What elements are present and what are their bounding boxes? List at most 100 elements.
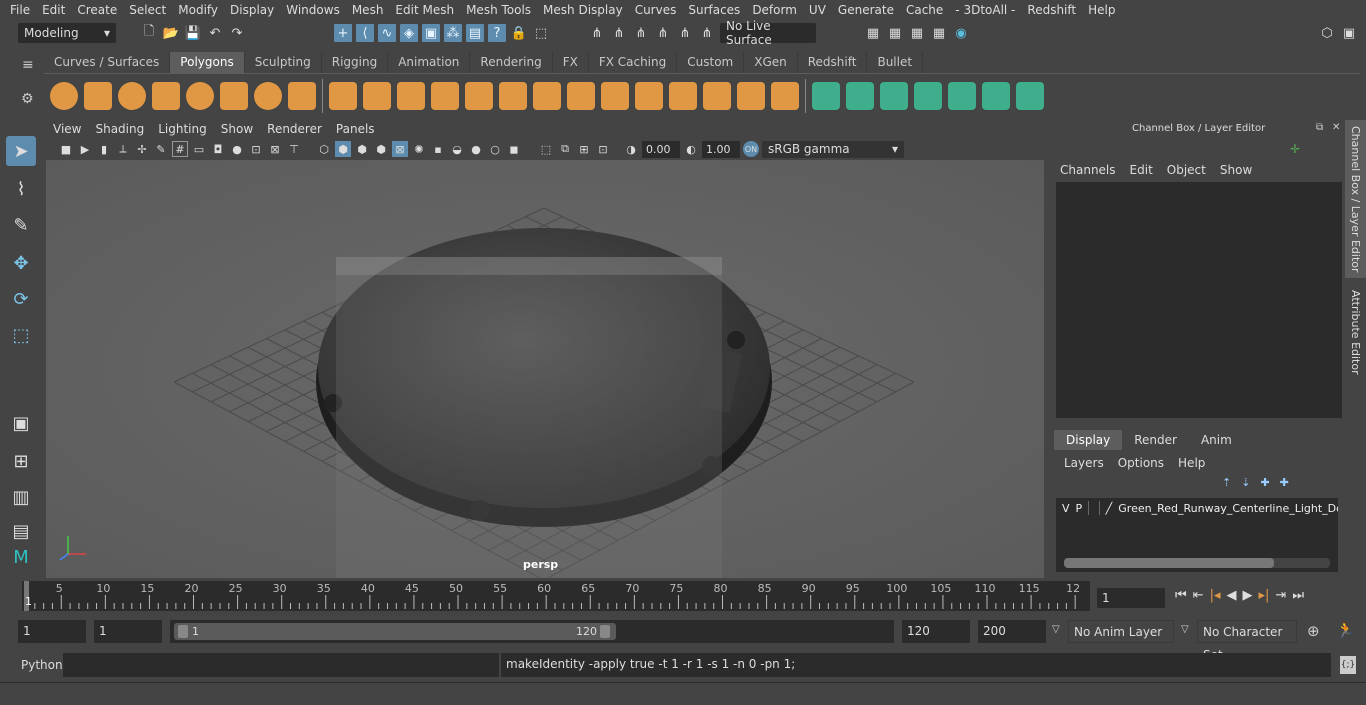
shelf-tab-custom[interactable]: Custom — [677, 52, 745, 73]
select-particle-icon[interactable]: ⁂ — [444, 24, 462, 42]
playback-start-field[interactable]: 1 — [94, 620, 162, 643]
layer-menu-layers[interactable]: Layers — [1064, 456, 1104, 470]
grease-pencil-icon[interactable]: ✎ — [153, 141, 169, 157]
smooth-shade-icon[interactable]: ⬢ — [335, 141, 351, 157]
menu-deform[interactable]: Deform — [746, 3, 803, 17]
go-to-end-icon[interactable]: ⏭ — [1292, 588, 1304, 603]
shelf-tab-redshift[interactable]: Redshift — [798, 52, 868, 73]
camera-icon[interactable]: ■ — [58, 141, 74, 157]
range-slider-track[interactable]: 1 120 — [170, 620, 894, 643]
safe-title-icon[interactable]: ⊤ — [286, 141, 302, 157]
layer-scrollbar[interactable] — [1064, 558, 1330, 568]
menu-edit[interactable]: Edit — [36, 3, 71, 17]
lasso-tool-icon[interactable]: ⌇ — [6, 174, 36, 204]
shelf-merge-icon[interactable] — [737, 81, 765, 110]
menu-cache[interactable]: Cache — [900, 3, 949, 17]
select-object-icon[interactable]: ⟨ — [356, 24, 374, 42]
snap-view-icon[interactable]: ⋔ — [654, 24, 672, 42]
channel-menu-edit[interactable]: Edit — [1130, 163, 1153, 177]
shelf-tab-fx-caching[interactable]: FX Caching — [589, 52, 678, 73]
menu-display[interactable]: Display — [224, 3, 280, 17]
shelf-uv-auto-icon[interactable] — [914, 81, 942, 110]
close-icon[interactable]: ✕ — [1332, 122, 1340, 133]
shelf-pyramid-icon[interactable] — [254, 81, 282, 110]
current-frame-field[interactable]: 1 — [1097, 588, 1165, 608]
menu-edit-mesh[interactable]: Edit Mesh — [389, 3, 460, 17]
playback-end-field[interactable]: 120 — [902, 620, 970, 643]
channel-menu-channels[interactable]: Channels — [1060, 163, 1116, 177]
new-layer-icon[interactable]: ✚ — [1260, 476, 1269, 489]
command-input[interactable] — [63, 653, 499, 677]
wireframe-icon[interactable]: ⬡ — [316, 141, 332, 157]
gate-mask-icon[interactable]: ● — [229, 141, 245, 157]
select-render-icon[interactable]: ▤ — [466, 24, 484, 42]
shelf-uv-cylindrical-icon[interactable] — [846, 81, 874, 110]
step-forward-frame-icon[interactable]: ▸| — [1259, 588, 1270, 603]
anim-layer-dropdown[interactable]: No Anim Layer — [1068, 620, 1174, 643]
lights-icon[interactable]: ✺ — [411, 141, 427, 157]
motion-blur-icon[interactable]: ● — [468, 141, 484, 157]
isolate-select-icon[interactable]: ⬚ — [538, 141, 554, 157]
render-icon[interactable]: ▦ — [886, 24, 904, 42]
manipulator-icon[interactable]: ✛ — [1290, 142, 1300, 156]
menu-help[interactable]: Help — [1082, 3, 1121, 17]
move-tool-icon[interactable]: ✥ — [6, 248, 36, 278]
safe-action-icon[interactable]: ⊠ — [267, 141, 283, 157]
snap-point-icon[interactable]: ⋔ — [632, 24, 650, 42]
shadows-icon[interactable]: ▪ — [430, 141, 446, 157]
redo-icon[interactable]: ↷ — [228, 24, 246, 42]
xray-icon[interactable]: ⊠ — [392, 141, 408, 157]
chevron-down-icon[interactable]: ▽ — [1052, 624, 1060, 635]
shelf-tab-bullet[interactable]: Bullet — [867, 52, 924, 73]
move-layer-up-icon[interactable]: ⇡ — [1222, 476, 1231, 489]
shelf-boolean-icon[interactable] — [771, 81, 799, 110]
color-management-icon[interactable]: ON — [743, 141, 759, 157]
range-start-handle[interactable] — [178, 625, 188, 638]
ipr-render-icon[interactable]: ▦ — [908, 24, 926, 42]
textured-icon[interactable]: ⬢ — [373, 141, 389, 157]
shelf-bevel2-icon[interactable] — [635, 81, 663, 110]
shelf-tab-animation[interactable]: Animation — [388, 52, 471, 73]
menu-redshift[interactable]: Redshift — [1021, 3, 1082, 17]
channel-menu-show[interactable]: Show — [1220, 163, 1252, 177]
grid-icon[interactable]: # — [172, 141, 188, 157]
menu-create[interactable]: Create — [71, 3, 123, 17]
menu-file[interactable]: File — [4, 3, 36, 17]
auto-key-icon[interactable]: ⊕ — [1307, 622, 1320, 640]
frame-icon[interactable]: ⊡ — [595, 141, 611, 157]
toggle-panel-icon[interactable]: ▣ — [1340, 24, 1358, 42]
play-forward-icon[interactable]: ▶ — [1243, 588, 1253, 603]
shelf-pipe-icon[interactable] — [288, 81, 316, 110]
shelf-separate-icon[interactable] — [363, 81, 391, 110]
lock-icon[interactable]: 🔒 — [510, 24, 528, 42]
shelf-extract-icon[interactable] — [397, 81, 425, 110]
shelf-uv-planar-icon[interactable] — [812, 81, 840, 110]
shelf-extrude-icon[interactable] — [533, 81, 561, 110]
save-scene-icon[interactable]: 💾 — [184, 24, 202, 42]
menu-mesh[interactable]: Mesh — [346, 3, 390, 17]
menu-mesh-display[interactable]: Mesh Display — [537, 3, 629, 17]
workspace-dropdown[interactable]: Modeling ▾ — [18, 23, 116, 43]
viewport-menu-panels[interactable]: Panels — [329, 122, 382, 138]
color-space-dropdown[interactable]: sRGB gamma ▾ — [762, 140, 904, 158]
layer-tab-anim[interactable]: Anim — [1189, 430, 1244, 450]
menu-windows[interactable]: Windows — [280, 3, 346, 17]
menu-curves[interactable]: Curves — [629, 3, 683, 17]
menu-modify[interactable]: Modify — [172, 3, 224, 17]
layer-color-icon[interactable]: ╱ — [1106, 502, 1113, 515]
field-chart-icon[interactable]: ⊡ — [248, 141, 264, 157]
layer-tab-display[interactable]: Display — [1054, 430, 1123, 450]
snap-grid-icon[interactable]: ⋔ — [588, 24, 606, 42]
anti-alias-icon[interactable]: ○ — [487, 141, 503, 157]
shelf-tab-sculpting[interactable]: Sculpting — [245, 52, 322, 73]
shelf-tab-rigging[interactable]: Rigging — [322, 52, 389, 73]
rotate-tool-icon[interactable]: ⟳ — [6, 284, 36, 314]
resolution-gate-icon[interactable]: ◘ — [210, 141, 226, 157]
shelf-tab-curves-surfaces[interactable]: Curves / Surfaces — [44, 52, 171, 73]
shelf-cone-icon[interactable] — [152, 81, 180, 110]
single-view-icon[interactable]: ▣ — [6, 408, 36, 438]
scale-tool-icon[interactable]: ⬚ — [6, 320, 36, 350]
image-plane-icon[interactable]: ⟂ — [115, 141, 131, 157]
shelf-uv-editor-icon[interactable] — [1016, 81, 1044, 110]
select-hierarchy-icon[interactable]: + — [334, 24, 352, 42]
